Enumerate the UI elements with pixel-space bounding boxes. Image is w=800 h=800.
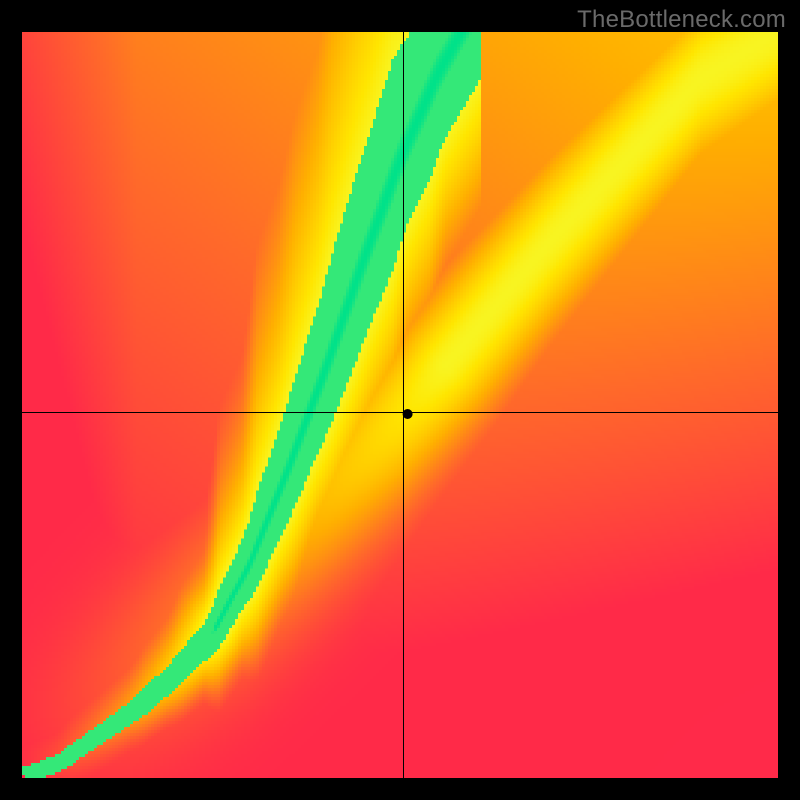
watermark-text: TheBottleneck.com: [577, 6, 786, 34]
heatmap-plot-area: [22, 32, 778, 778]
chart-frame: TheBottleneck.com: [0, 0, 800, 800]
marker-layer: [22, 32, 778, 778]
selection-marker: [403, 409, 413, 419]
